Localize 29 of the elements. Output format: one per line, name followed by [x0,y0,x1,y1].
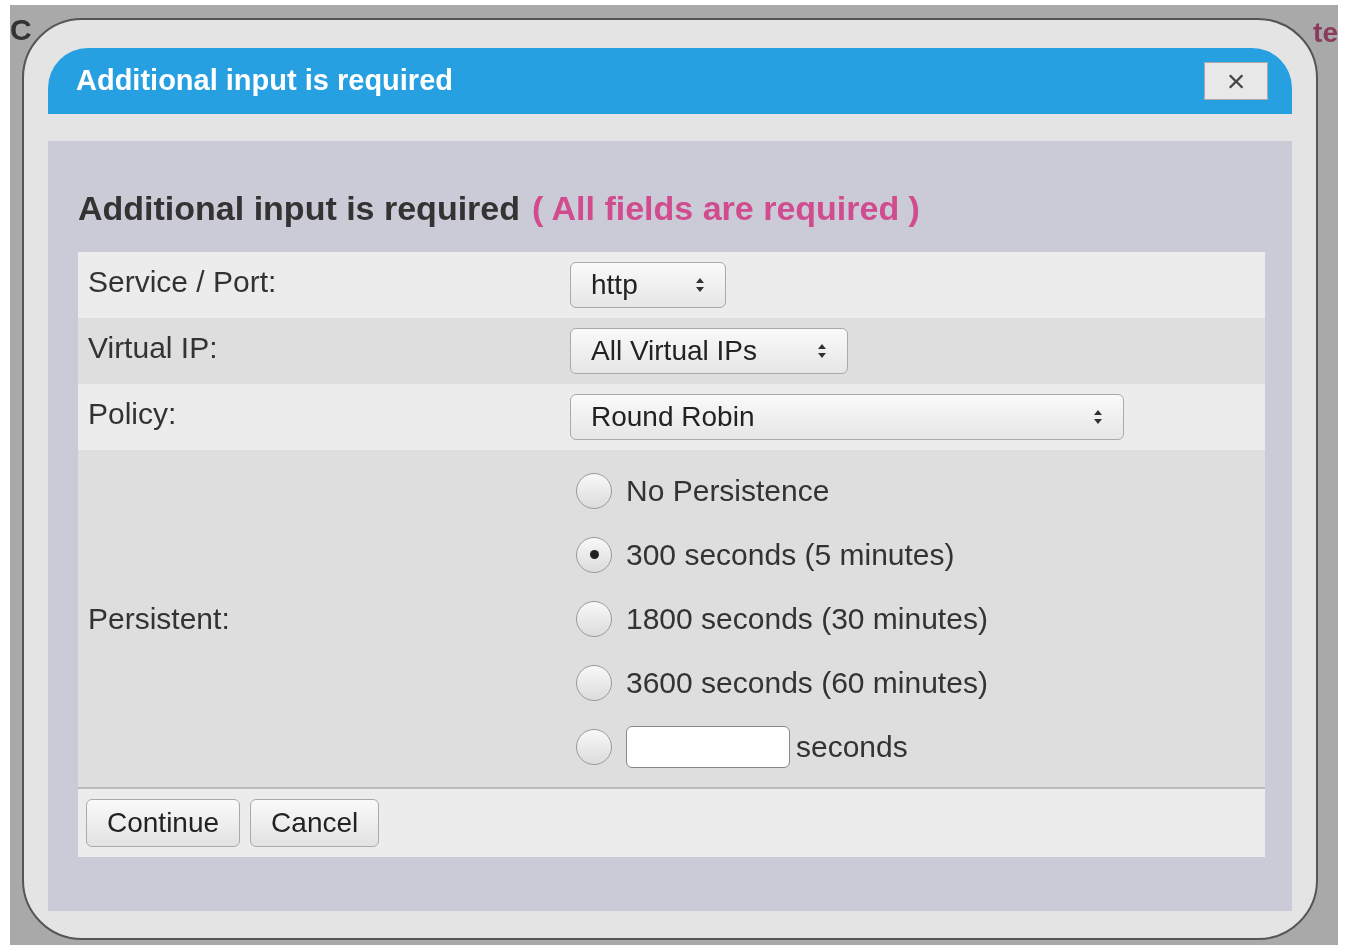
field-label: Policy: [88,395,177,432]
unit-label: seconds [796,729,908,765]
heading: Additional input is required [78,188,520,229]
radio-button[interactable] [576,600,612,637]
radio-label: 300 seconds (5 minutes) [626,537,955,573]
radio-button[interactable] [576,472,612,509]
select-dropdown[interactable]: http [570,262,726,308]
select-arrows-icon [817,343,827,359]
select-arrows-icon [1093,409,1103,425]
seconds-input[interactable] [626,725,790,768]
radio-button[interactable] [576,728,612,765]
radio-button[interactable] [576,664,612,701]
field-label: Service / Port: [88,263,277,300]
field-label: Persistent: [88,601,230,637]
background-text: C [10,15,32,45]
field-label: Virtual IP: [88,329,218,366]
radio-label: No Persistence [626,473,830,509]
radio-label: 1800 seconds (30 minutes) [626,601,988,637]
radio-button[interactable] [576,536,612,573]
close-button[interactable]: × [1204,62,1268,100]
dialog-button[interactable]: Cancel [250,799,380,847]
select-dropdown[interactable]: All Virtual IPs [570,328,848,374]
radio-label: 3600 seconds (60 minutes) [626,665,988,701]
select-dropdown[interactable]: Round Robin [570,394,1124,440]
required-note: ( All fields are required ) [532,188,920,229]
select-arrows-icon [695,277,705,293]
background-text: te [1313,19,1338,47]
dialog-title: Additional input is required [76,63,453,99]
dialog-button[interactable]: Continue [86,799,241,847]
